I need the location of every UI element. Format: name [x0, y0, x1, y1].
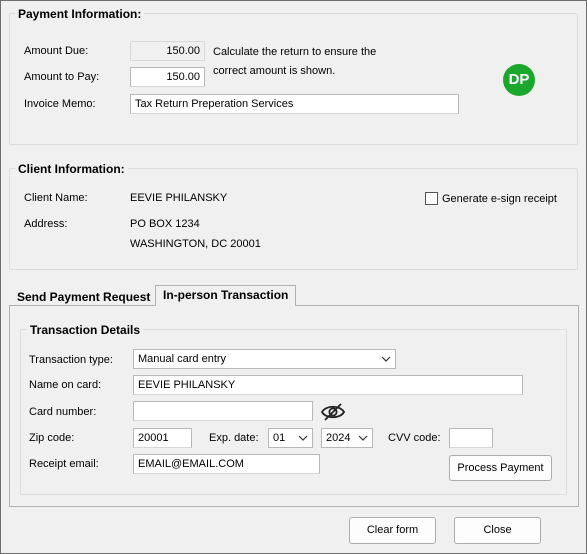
amount-to-pay-label: Amount to Pay: [24, 71, 100, 83]
zip-code-input[interactable]: 20001 [133, 428, 192, 448]
address-line2: WASHINGTON, DC 20001 [130, 238, 261, 250]
transaction-type-select[interactable]: Manual card entry [133, 349, 396, 369]
invoice-memo-input[interactable]: Tax Return Preperation Services [130, 94, 459, 114]
exp-year-value: 2024 [326, 432, 351, 444]
receipt-email-input[interactable]: EMAIL@EMAIL.COM [133, 454, 320, 474]
chevron-down-icon [381, 356, 391, 362]
amount-due-label: Amount Due: [24, 45, 89, 57]
amount-note-line2: correct amount is shown. [213, 65, 336, 77]
cvv-code-input[interactable] [449, 428, 493, 448]
cvv-code-label: CVV code: [388, 432, 441, 444]
process-payment-button[interactable]: Process Payment [449, 455, 552, 481]
amount-due-field: 150.00 [130, 41, 205, 61]
address-line1: PO BOX 1234 [130, 218, 200, 230]
transaction-details-title: Transaction Details [27, 323, 144, 337]
esign-receipt-checkbox[interactable] [425, 192, 438, 205]
exp-month-select[interactable]: 01 [268, 428, 313, 448]
exp-month-value: 01 [273, 432, 286, 444]
user-initials-badge: DP [503, 64, 535, 96]
payment-dialog: Payment Information: Amount Due: 150.00 … [0, 0, 587, 554]
chevron-down-icon [358, 435, 368, 441]
receipt-email-label: Receipt email: [29, 458, 99, 470]
transaction-type-value: Manual card entry [138, 353, 227, 365]
amount-note-line1: Calculate the return to ensure the [213, 46, 377, 58]
esign-receipt-label[interactable]: Generate e-sign receipt [442, 192, 557, 206]
name-on-card-input[interactable]: EEVIE PHILANSKY [133, 375, 523, 395]
clear-form-button[interactable]: Clear form [349, 517, 436, 544]
client-name-label: Client Name: [24, 192, 88, 204]
close-button[interactable]: Close [454, 517, 541, 544]
eye-slash-icon[interactable] [320, 402, 346, 422]
invoice-memo-label: Invoice Memo: [24, 98, 96, 110]
payment-information-title: Payment Information: [15, 7, 145, 21]
exp-year-select[interactable]: 2024 [321, 428, 373, 448]
transaction-type-label: Transaction type: [29, 354, 113, 366]
name-on-card-label: Name on card: [29, 379, 102, 391]
tab-send-payment-request[interactable]: Send Payment Request [10, 288, 157, 306]
address-label: Address: [24, 218, 68, 230]
card-number-label: Card number: [29, 406, 97, 418]
client-information-title: Client Information: [15, 162, 128, 176]
client-information-group [9, 168, 578, 270]
card-number-input[interactable] [133, 401, 313, 421]
amount-to-pay-input[interactable]: 150.00 [130, 67, 205, 87]
exp-date-label: Exp. date: [209, 432, 259, 444]
zip-code-label: Zip code: [29, 432, 75, 444]
chevron-down-icon [298, 435, 308, 441]
client-name-value: EEVIE PHILANSKY [130, 192, 228, 204]
tab-in-person-transaction[interactable]: In-person Transaction [155, 285, 297, 306]
